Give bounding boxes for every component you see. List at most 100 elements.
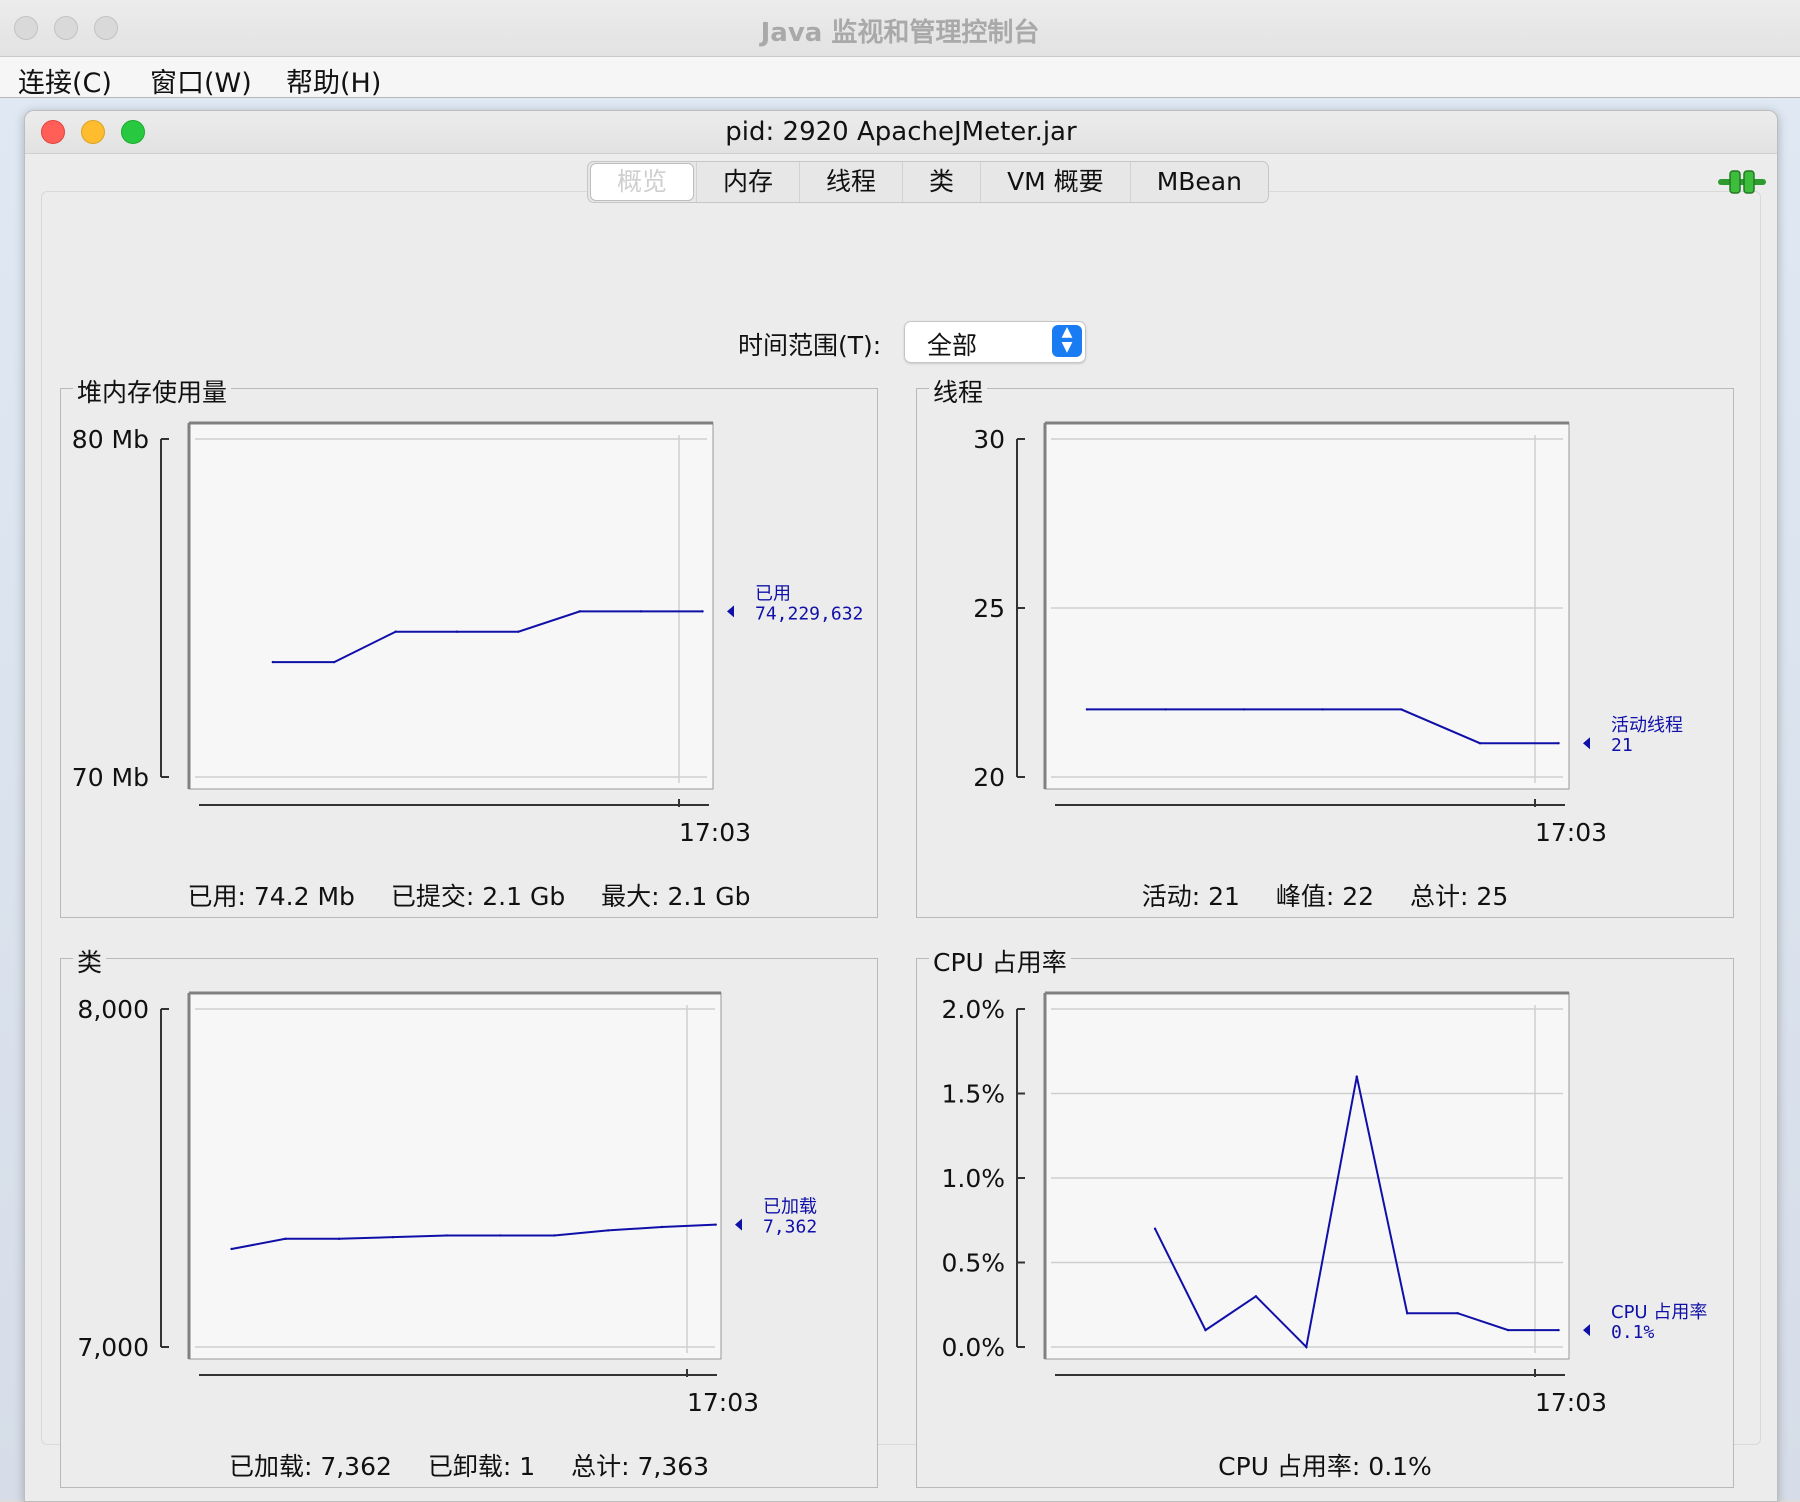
window-title: Java 监视和管理控制台 bbox=[760, 18, 1040, 48]
heap-legend-name: 已用 bbox=[755, 583, 791, 604]
cpu-legend-value: 0.1% bbox=[1611, 1322, 1655, 1343]
cpu-usage-stat: CPU 占用率: 0.1% bbox=[1218, 1452, 1432, 1481]
threads-peak-stat: 峰值: 22 bbox=[1275, 882, 1375, 911]
classes-data-point-5 bbox=[499, 1234, 502, 1237]
cpu-data-point-8 bbox=[1557, 1328, 1560, 1332]
heap-max-stat: 最大: 2.1 Gb bbox=[601, 882, 751, 911]
threads-y-tick-label-0: 20 bbox=[973, 763, 1005, 792]
cpu-data-point-1 bbox=[1204, 1328, 1207, 1332]
threads-live-stat: 活动: 21 bbox=[1141, 882, 1240, 911]
heap-panel: 堆内存使用量 70 Mb 80 Mb 17:03 已用 74,229,632 已用: 7… bbox=[60, 373, 878, 918]
heap-data-point-3 bbox=[455, 630, 459, 633]
threads-legend-marker-icon bbox=[1583, 737, 1590, 750]
classes-data-point-1 bbox=[284, 1237, 287, 1241]
heap-x-tick-label: 17:03 bbox=[679, 818, 751, 847]
tab-threads[interactable]: 线程 bbox=[799, 162, 902, 202]
heap-legend-marker-icon bbox=[727, 605, 734, 618]
classes-data-point-0 bbox=[230, 1247, 233, 1251]
classes-total-stat: 总计: 7,363 bbox=[571, 1452, 710, 1481]
heap-stats: 已用: 74.2 Mb 已提交: 2.1 Gb 最大: 2.1 Gb bbox=[61, 877, 877, 913]
heap-committed-stat: 已提交: 2.1 Gb bbox=[390, 882, 566, 911]
classes-data-point-6 bbox=[553, 1234, 556, 1237]
heap-data-point-4 bbox=[517, 630, 520, 633]
threads-legend-value: 21 bbox=[1611, 735, 1633, 756]
time-range-select[interactable]: 全部 ▲ ▼ bbox=[904, 321, 1086, 363]
heap-legend-value: 74,229,632 bbox=[755, 603, 863, 624]
menu-help[interactable]: 帮助(H) bbox=[286, 61, 381, 100]
tab-vm-summary[interactable]: VM 概要 bbox=[980, 162, 1130, 202]
classes-stats: 已加载: 7,362 已卸载: 1 总计: 7,363 bbox=[61, 1447, 877, 1483]
cpu-y-tick-label-1: 0.5% bbox=[941, 1249, 1005, 1278]
tab-mbean[interactable]: MBean bbox=[1129, 162, 1268, 202]
cpu-plot-area bbox=[1044, 992, 1570, 1360]
cpu-y-tick-label-0: 0.0% bbox=[941, 1333, 1005, 1362]
tab-bar: 概览 内存 线程 类 VM 概要 MBean bbox=[587, 161, 1269, 203]
connection-plug-icon[interactable] bbox=[1718, 167, 1766, 197]
classes-data-point-2 bbox=[337, 1237, 341, 1241]
threads-y-tick-label-2: 30 bbox=[973, 425, 1005, 454]
menu-connect[interactable]: 连接(C) bbox=[18, 61, 112, 100]
cpu-data-point-5 bbox=[1406, 1312, 1409, 1315]
cpu-y-tick-label-4: 2.0% bbox=[941, 995, 1005, 1024]
cpu-legend-name: CPU 占用率 bbox=[1611, 1302, 1707, 1323]
time-range-value: 全部 bbox=[927, 331, 978, 360]
threads-panel: 线程 20 25 30 17:03 活动线程 21 活动: 21 峰值: 22 总计: 2… bbox=[916, 373, 1734, 918]
threads-plot-area bbox=[1044, 422, 1570, 790]
classes-data-point-4 bbox=[445, 1234, 448, 1237]
heap-chart: 70 Mb 80 Mb 17:03 已用74,229,632 bbox=[72, 421, 863, 847]
cpu-data-point-2 bbox=[1254, 1295, 1258, 1298]
inner-titlebar: pid: 2920 ApacheJMeter.jar bbox=[25, 111, 1777, 154]
classes-loaded-stat: 已加载: 7,362 bbox=[228, 1452, 392, 1481]
heap-data-point-0 bbox=[271, 660, 275, 664]
classes-legend-value: 7,362 bbox=[763, 1217, 817, 1238]
threads-data-point-4 bbox=[1400, 708, 1403, 711]
threads-data-point-6 bbox=[1557, 742, 1560, 745]
menu-window[interactable]: 窗口(W) bbox=[150, 61, 252, 100]
classes-data-point-8 bbox=[660, 1225, 664, 1229]
tab-overview[interactable]: 概览 bbox=[590, 163, 695, 201]
cpu-data-point-4 bbox=[1355, 1075, 1358, 1078]
classes-panel: 类 7,000 8,000 17:03 已加载 7,362 已加载: 7,362 已卸载… bbox=[60, 943, 878, 1488]
inner-window-title: pid: 2920 ApacheJMeter.jar bbox=[725, 117, 1077, 147]
threads-y-tick-label-1: 25 bbox=[973, 594, 1005, 623]
threads-stats: 活动: 21 峰值: 22 总计: 25 bbox=[917, 877, 1733, 913]
threads-total-stat: 总计: 25 bbox=[1410, 882, 1509, 911]
heap-data-point-6 bbox=[639, 610, 643, 613]
tab-memory[interactable]: 内存 bbox=[696, 162, 799, 202]
cpu-x-tick-label: 17:03 bbox=[1535, 1388, 1607, 1417]
classes-y-tick-label-0: 7,000 bbox=[77, 1333, 149, 1362]
cpu-data-point-3 bbox=[1305, 1345, 1308, 1349]
heap-used-stat: 已用: 74.2 Mb bbox=[187, 882, 355, 911]
heap-data-point-7 bbox=[701, 610, 704, 613]
cpu-data-point-7 bbox=[1506, 1328, 1510, 1332]
classes-legend-marker-icon bbox=[735, 1218, 742, 1231]
cpu-y-tick-label-3: 1.5% bbox=[941, 1080, 1005, 1109]
threads-x-tick-label: 17:03 bbox=[1535, 818, 1607, 847]
menubar: 连接(C) 窗口(W) 帮助(H) bbox=[0, 57, 1800, 100]
tab-classes[interactable]: 类 bbox=[902, 162, 980, 202]
threads-data-point-2 bbox=[1242, 708, 1246, 711]
heap-data-point-5 bbox=[578, 610, 581, 613]
outer-titlebar: Java 监视和管理控制台 bbox=[0, 0, 1800, 57]
time-range-label: 时间范围(T): bbox=[738, 331, 882, 360]
classes-chart: 7,000 8,000 17:03 已加载7,362 bbox=[77, 991, 817, 1417]
heap-y-tick-label-1: 80 Mb bbox=[72, 425, 149, 454]
classes-unloaded-stat: 已卸载: 1 bbox=[427, 1452, 536, 1481]
cpu-chart: 0.0% 0.5% 1.0% 1.5% 2.0% 17:03 CPU 占用率0.1% bbox=[941, 991, 1707, 1417]
threads-data-point-1 bbox=[1164, 708, 1167, 711]
cpu-stats: CPU 占用率: 0.1% bbox=[917, 1447, 1733, 1483]
classes-data-point-3 bbox=[391, 1235, 395, 1239]
threads-data-point-0 bbox=[1085, 708, 1089, 711]
cpu-panel: CPU 占用率 0.0% 0.5% 1.0% 1.5% 2.0% 17:03 CPU 占用率… bbox=[916, 943, 1734, 1488]
cpu-y-tick-label-2: 1.0% bbox=[941, 1164, 1005, 1193]
cpu-legend-marker-icon bbox=[1583, 1324, 1590, 1337]
classes-data-point-9 bbox=[714, 1223, 717, 1226]
classes-legend-name: 已加载 bbox=[763, 1197, 817, 1218]
threads-chart: 20 25 30 17:03 活动线程21 bbox=[973, 421, 1683, 847]
overview-content: 时间范围(T): 全部 ▲ ▼ 堆内存使用量 70 Mb 80 Mb 17:03 已用 7… bbox=[41, 191, 1761, 1488]
heap-plot-area bbox=[188, 422, 714, 790]
cpu-data-point-0 bbox=[1153, 1227, 1157, 1230]
classes-x-tick-label: 17:03 bbox=[687, 1388, 759, 1417]
classes-plot-area bbox=[188, 992, 722, 1360]
classes-y-tick-label-1: 8,000 bbox=[77, 995, 149, 1024]
